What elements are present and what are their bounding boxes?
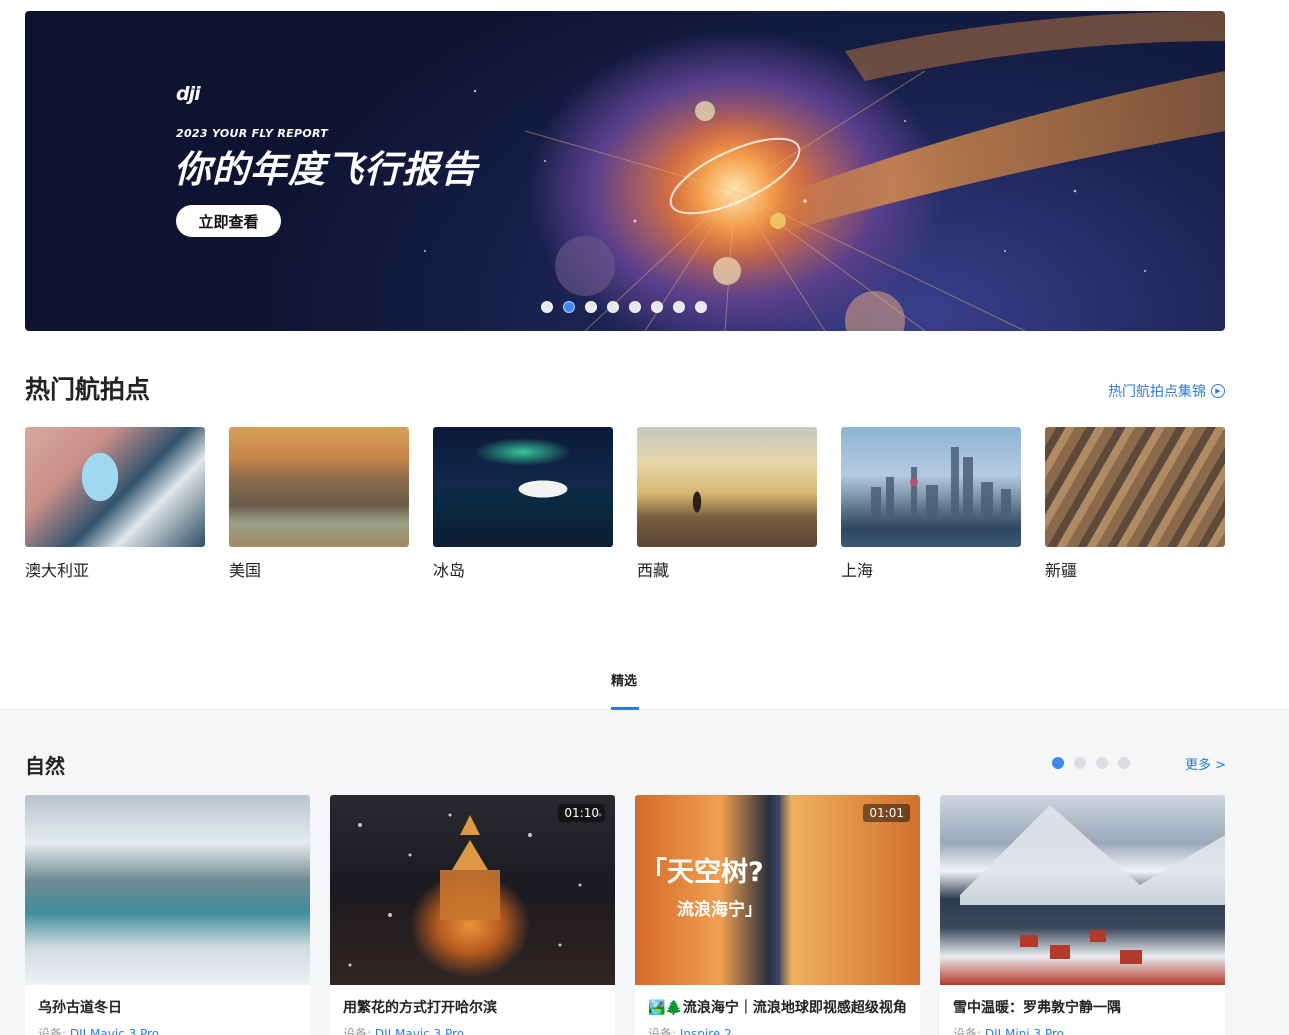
spot-label: 美国 [229, 561, 262, 580]
card-device: 设备: DJI Mini 3 Pro [953, 1025, 1212, 1035]
spot-label: 新疆 [1045, 561, 1078, 580]
banner-pagination [541, 301, 707, 313]
nature-page-dot[interactable] [1096, 757, 1108, 769]
banner-dot[interactable] [585, 301, 597, 313]
spot-usa[interactable]: 美国 [229, 427, 409, 581]
content-tabs: 精选 [0, 660, 1289, 710]
banner-dot[interactable] [629, 301, 641, 313]
nature-page-dot[interactable] [1074, 757, 1086, 769]
spot-image [637, 427, 817, 547]
device-name[interactable]: Inspire 2 [680, 1027, 732, 1035]
view-now-button[interactable]: 立即查看 [176, 205, 281, 237]
road-stripe [776, 795, 780, 985]
card-device: 设备: DJI Mavic 3 Pro [343, 1025, 602, 1035]
video-duration: 01:10 [558, 804, 605, 822]
thumbnail-title: 「天空树? [640, 857, 764, 888]
dji-logo: dji [176, 83, 201, 105]
tab-featured[interactable]: 精选 [611, 670, 637, 689]
hero-banner[interactable]: dji 2023 YOUR FLY REPORT 你的年度飞行报告 立即查看 [25, 11, 1225, 331]
thumbnail-subtitle: 流浪海宁」 [677, 900, 762, 920]
nature-cards: 乌孙古道冬日 设备: DJI Mavic 3 Pro 01:10 用繁花的方式打… [25, 795, 1225, 1035]
device-name[interactable]: DJI Mavic 3 Pro [70, 1027, 159, 1035]
banner-dot[interactable] [607, 301, 619, 313]
card-title: 雪中温暖：罗弗敦宁静一隅 [953, 1000, 1121, 1016]
spot-label: 西藏 [637, 561, 670, 580]
card-title: 用繁花的方式打开哈尔滨 [343, 1000, 497, 1016]
village-graphic [960, 805, 1225, 964]
spot-label: 冰岛 [433, 561, 466, 580]
hot-spots-title: 热门航拍点 [25, 375, 151, 404]
card-title: 乌孙古道冬日 [38, 1000, 122, 1016]
banner-title: 你的年度飞行报告 [174, 148, 478, 191]
card-thumbnail [25, 795, 310, 985]
device-label: 设备: [343, 1027, 372, 1035]
page: dji 2023 YOUR FLY REPORT 你的年度飞行报告 立即查看 热… [0, 0, 1289, 1035]
banner-dot[interactable] [651, 301, 663, 313]
spot-image [841, 427, 1021, 547]
spot-tibet[interactable]: 西藏 [637, 427, 817, 581]
nature-more-link[interactable]: 更多 > [1185, 754, 1226, 773]
nature-page-dot-active[interactable] [1052, 757, 1064, 769]
card-thumbnail: 「天空树? 流浪海宁」 01:01 [635, 795, 920, 985]
banner-dot[interactable] [673, 301, 685, 313]
device-label: 设备: [648, 1027, 677, 1035]
spot-iceland[interactable]: 冰岛 [433, 427, 613, 581]
spot-xinjiang[interactable]: 新疆 [1045, 427, 1225, 581]
video-duration: 01:01 [863, 804, 910, 822]
hot-spots-collection-link[interactable]: 热门航拍点集锦 ▶ [1108, 381, 1225, 401]
banner-dot-active[interactable] [563, 301, 575, 313]
video-card[interactable]: 雪中温暖：罗弗敦宁静一隅 设备: DJI Mini 3 Pro [940, 795, 1225, 1035]
play-circle-icon: ▶ [1211, 384, 1225, 398]
device-label: 设备: [953, 1027, 982, 1035]
spot-australia[interactable]: 澳大利亚 [25, 427, 205, 581]
nature-pagination [1052, 757, 1130, 769]
card-device: 设备: DJI Mavic 3 Pro [38, 1025, 297, 1035]
banner-dot[interactable] [695, 301, 707, 313]
nature-section-title: 自然 [25, 754, 65, 778]
skyline-graphic [871, 447, 1011, 517]
video-card[interactable]: 01:10 用繁花的方式打开哈尔滨 设备: DJI Mavic 3 Pro [330, 795, 615, 1035]
spot-image [1045, 427, 1225, 547]
spot-label: 上海 [841, 561, 874, 580]
hot-spots-list: 澳大利亚 美国 冰岛 西藏 上海 新疆 [25, 427, 1225, 581]
nature-page-dot[interactable] [1118, 757, 1130, 769]
card-thumbnail: 01:10 [330, 795, 615, 985]
card-title: 🏞️🌲流浪海宁｜流浪地球即视感超级视角 [648, 1000, 907, 1016]
device-name[interactable]: DJI Mavic 3 Pro [375, 1027, 464, 1035]
card-device: 设备: Inspire 2 [648, 1025, 907, 1035]
device-label: 设备: [38, 1027, 67, 1035]
snow-sparkles [348, 813, 602, 967]
card-thumbnail [940, 795, 1225, 985]
video-card[interactable]: 乌孙古道冬日 设备: DJI Mavic 3 Pro [25, 795, 310, 1035]
spot-shanghai[interactable]: 上海 [841, 427, 1021, 581]
spot-image [25, 427, 205, 547]
hot-spots-collection-label: 热门航拍点集锦 [1108, 384, 1206, 400]
spot-image [229, 427, 409, 547]
video-card[interactable]: 「天空树? 流浪海宁」 01:01 🏞️🌲流浪海宁｜流浪地球即视感超级视角 设备… [635, 795, 920, 1035]
spot-label: 澳大利亚 [25, 561, 90, 580]
banner-dot[interactable] [541, 301, 553, 313]
device-name[interactable]: DJI Mini 3 Pro [985, 1027, 1064, 1035]
spot-image [433, 427, 613, 547]
